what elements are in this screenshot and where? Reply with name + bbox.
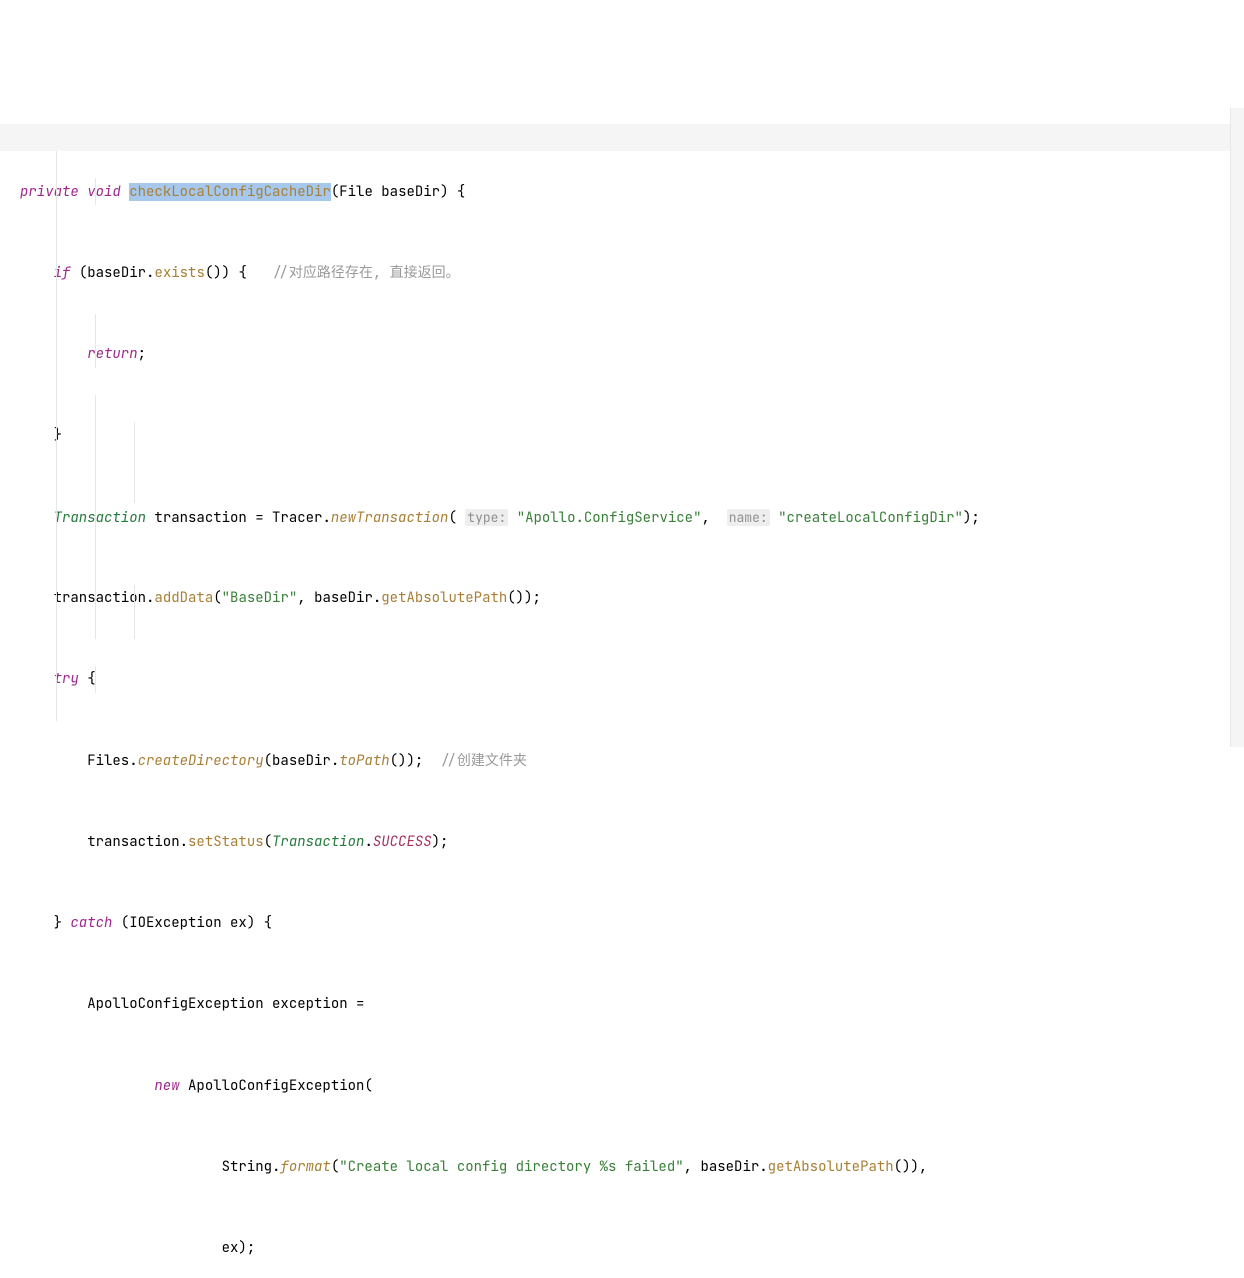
code-line[interactable]: transaction.setStatus(Transaction.SUCCES… — [20, 829, 994, 856]
indent-guide — [56, 151, 57, 721]
keyword-void: void — [87, 183, 121, 201]
code-line[interactable]: ApolloConfigException exception = — [20, 991, 994, 1018]
indent-guide — [134, 585, 135, 639]
code-line[interactable]: } — [20, 422, 994, 449]
constant-success: SUCCESS — [373, 833, 432, 851]
param-type: File — [339, 183, 373, 201]
keyword-catch: catch — [70, 914, 112, 932]
code-editor[interactable]: private void checkLocalConfigCacheDir(Fi… — [0, 108, 1244, 747]
keyword-private: private — [20, 183, 79, 201]
code-line[interactable]: String.format("Create local config direc… — [20, 1154, 994, 1181]
code-line[interactable]: return; — [20, 341, 994, 368]
vertical-scrollbar[interactable] — [1230, 108, 1244, 747]
indent-guide — [95, 314, 96, 368]
code-line[interactable]: Transaction transaction = Tracer.newTran… — [20, 504, 994, 531]
method-name-selected[interactable]: checkLocalConfigCacheDir — [129, 183, 331, 201]
code-line[interactable]: new ApolloConfigException( — [20, 1073, 994, 1100]
code-line[interactable]: ex); — [20, 1235, 994, 1262]
code-line[interactable]: if (baseDir.exists()) { //对应路径存在, 直接返回。 — [20, 260, 994, 287]
code-line[interactable]: private void checkLocalConfigCacheDir(Fi… — [20, 179, 994, 206]
type-transaction: Transaction — [54, 509, 146, 527]
indent-guide — [95, 395, 96, 639]
keyword-new: new — [154, 1077, 179, 1095]
param-hint-type: type: — [465, 509, 508, 526]
indent-guide — [95, 178, 96, 205]
keyword-try: try — [54, 670, 79, 688]
code-line[interactable]: transaction.addData("BaseDir", baseDir.g… — [20, 585, 994, 612]
code-line[interactable]: Files.createDirectory(baseDir.toPath());… — [20, 748, 994, 775]
param-name: baseDir — [381, 183, 440, 201]
indent-guide — [95, 666, 96, 693]
code-line[interactable]: } catch (IOException ex) { — [20, 910, 994, 937]
code-content: private void checkLocalConfigCacheDir(Fi… — [20, 124, 994, 1278]
line-comment: //创建文件夹 — [440, 752, 527, 770]
param-hint-name: name: — [727, 509, 770, 526]
code-line[interactable]: try { — [20, 666, 994, 693]
indent-guide — [134, 422, 135, 503]
line-comment: //对应路径存在, 直接返回。 — [272, 264, 460, 282]
